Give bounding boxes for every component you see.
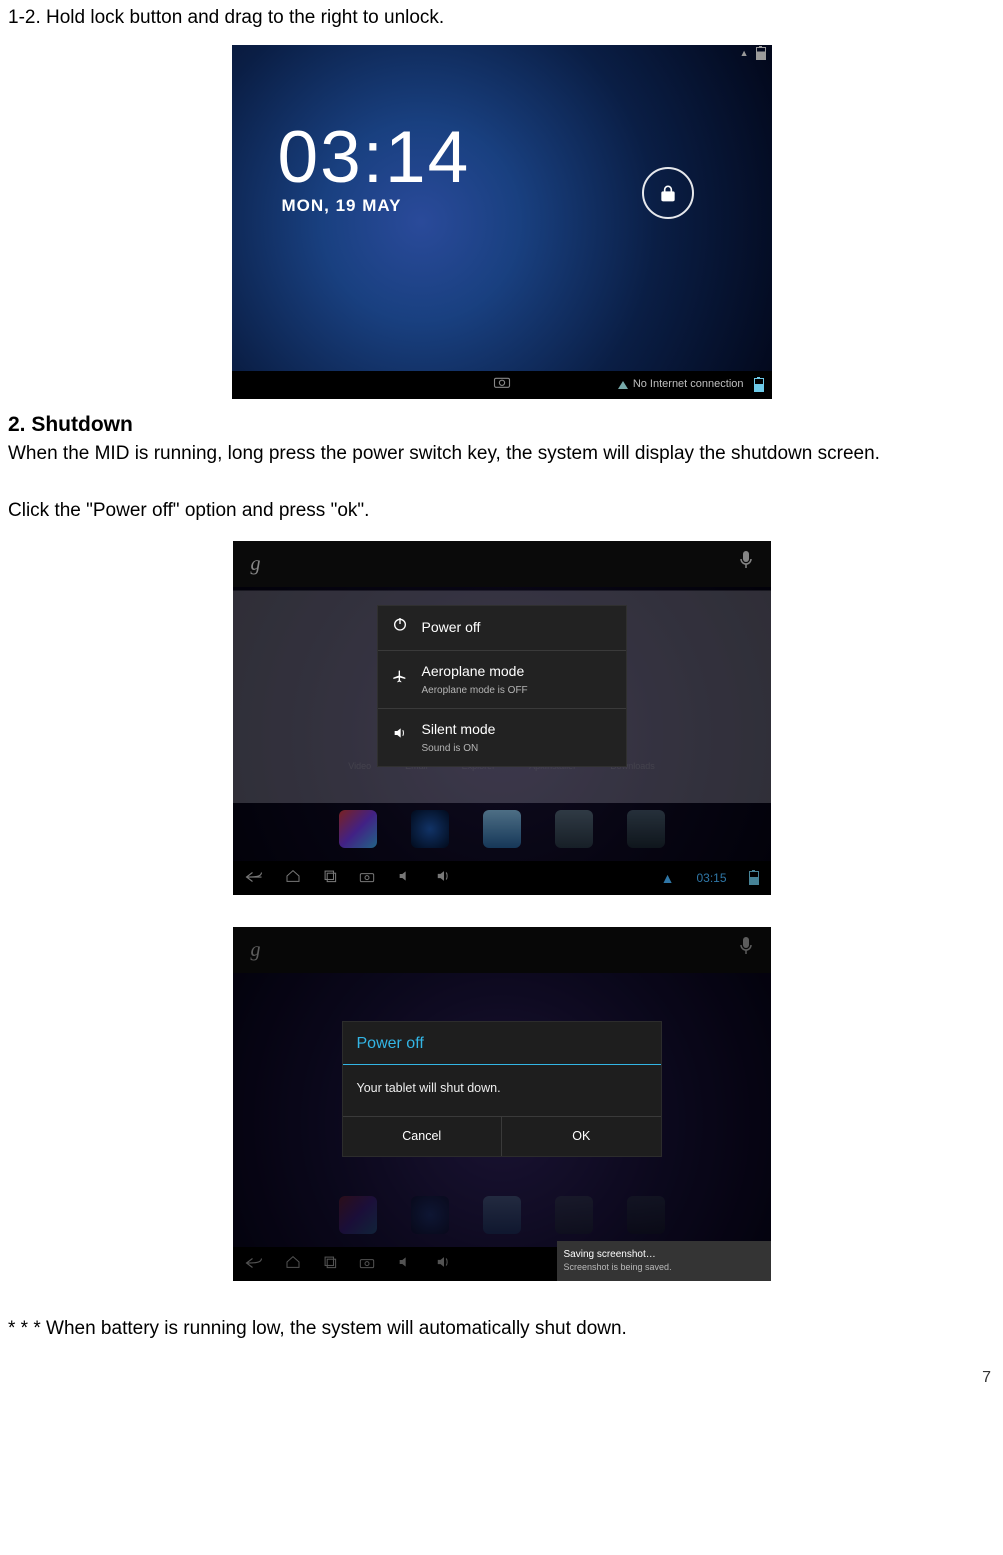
menu-item-sub: Sound is ON bbox=[422, 741, 496, 756]
camera-icon[interactable] bbox=[493, 374, 511, 395]
sound-icon bbox=[390, 725, 410, 749]
power-icon bbox=[390, 616, 410, 640]
dialog-message: Your tablet will shut down. bbox=[343, 1065, 661, 1116]
lockscreen-figure: 03:14 MON, 19 MAY No Internet connect bbox=[232, 45, 772, 399]
lockscreen-statusbar bbox=[232, 45, 772, 63]
lock-icon bbox=[658, 183, 678, 203]
lockscreen-date: MON, 19 MAY bbox=[282, 193, 402, 219]
shutdown-instruction: Click the "Power off" option and press "… bbox=[8, 497, 995, 526]
menu-item-label: Silent mode bbox=[422, 719, 496, 740]
menu-item-label: Power off bbox=[422, 617, 481, 638]
airplane-icon bbox=[390, 667, 410, 691]
page-number: 7 bbox=[8, 1344, 995, 1398]
low-battery-note: * * * When battery is running low, the s… bbox=[8, 1315, 995, 1344]
menu-item-sub: Aeroplane mode is OFF bbox=[422, 683, 528, 698]
lockscreen-bottombar: No Internet connection bbox=[232, 371, 772, 399]
powermenu-figure: g Video Email Explorer ApkInstaller Down… bbox=[233, 541, 771, 895]
battery-icon bbox=[754, 378, 764, 392]
heading-shutdown: 2. Shutdown bbox=[8, 409, 995, 441]
ok-button[interactable]: OK bbox=[502, 1117, 661, 1156]
menu-item-label: Aeroplane mode bbox=[422, 661, 528, 682]
poweroff-figure: g Video Email Explorer ApkInstaller Down… bbox=[233, 927, 771, 1281]
camera-svg-icon bbox=[493, 375, 511, 389]
battery-icon bbox=[756, 47, 766, 60]
instruction-1-2: 1-2. Hold lock button and drag to the ri… bbox=[8, 4, 995, 33]
power-menu: Power off Aeroplane mode Aeroplane mode … bbox=[377, 605, 627, 767]
aeroplane-mode-option[interactable]: Aeroplane mode Aeroplane mode is OFF bbox=[378, 651, 626, 709]
silent-mode-option[interactable]: Silent mode Sound is ON bbox=[378, 709, 626, 766]
no-internet-message: No Internet connection bbox=[618, 376, 744, 393]
cancel-button[interactable]: Cancel bbox=[343, 1117, 503, 1156]
signal-icon bbox=[618, 381, 628, 389]
lock-button[interactable] bbox=[642, 167, 694, 219]
saving-screenshot-toast: Saving screenshot… Screenshot is being s… bbox=[557, 1241, 771, 1281]
wifi-icon bbox=[740, 46, 752, 61]
toast-title: Saving screenshot… bbox=[564, 1249, 764, 1262]
toast-subtitle: Screenshot is being saved. bbox=[564, 1262, 764, 1273]
dialog-title: Power off bbox=[343, 1022, 661, 1065]
no-internet-text: No Internet connection bbox=[633, 376, 744, 393]
shutdown-description: When the MID is running, long press the … bbox=[8, 440, 995, 469]
power-off-option[interactable]: Power off bbox=[378, 606, 626, 651]
poweroff-dialog: Power off Your tablet will shut down. Ca… bbox=[342, 1021, 662, 1157]
